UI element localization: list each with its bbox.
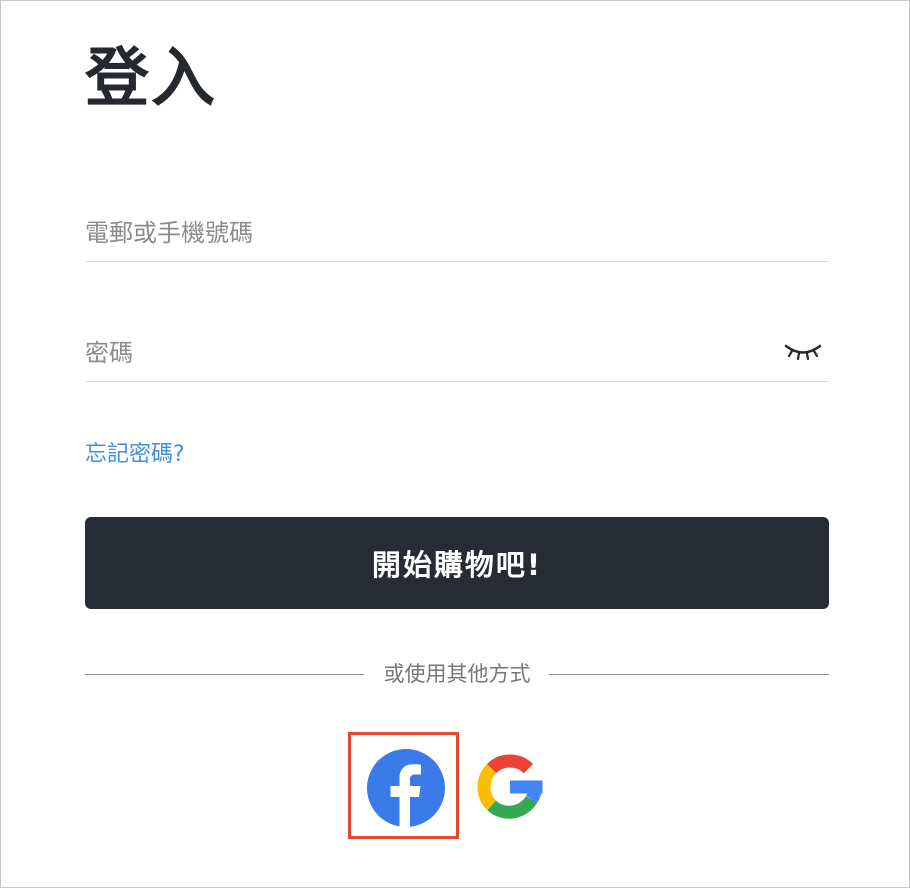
social-login-divider: 或使用其他方式 bbox=[85, 657, 829, 693]
page-title: 登入 bbox=[85, 42, 217, 116]
password-field-container bbox=[85, 325, 829, 382]
divider-line-right bbox=[549, 674, 829, 675]
login-card: 登入 忘記密碼? 開始購物吧! 或使用其他方式 bbox=[0, 0, 910, 888]
start-shopping-button[interactable]: 開始購物吧! bbox=[85, 517, 829, 609]
divider-text: 或使用其他方式 bbox=[383, 662, 531, 686]
password-field[interactable] bbox=[85, 325, 765, 381]
forgot-password-link[interactable]: 忘記密碼? bbox=[85, 439, 185, 471]
email-field-container bbox=[85, 205, 829, 262]
facebook-icon bbox=[367, 749, 445, 827]
eye-closed-icon[interactable] bbox=[783, 339, 823, 363]
google-icon[interactable] bbox=[470, 747, 550, 827]
divider-line-left bbox=[85, 674, 364, 675]
email-field[interactable] bbox=[85, 205, 765, 261]
facebook-login-button[interactable] bbox=[348, 732, 459, 839]
